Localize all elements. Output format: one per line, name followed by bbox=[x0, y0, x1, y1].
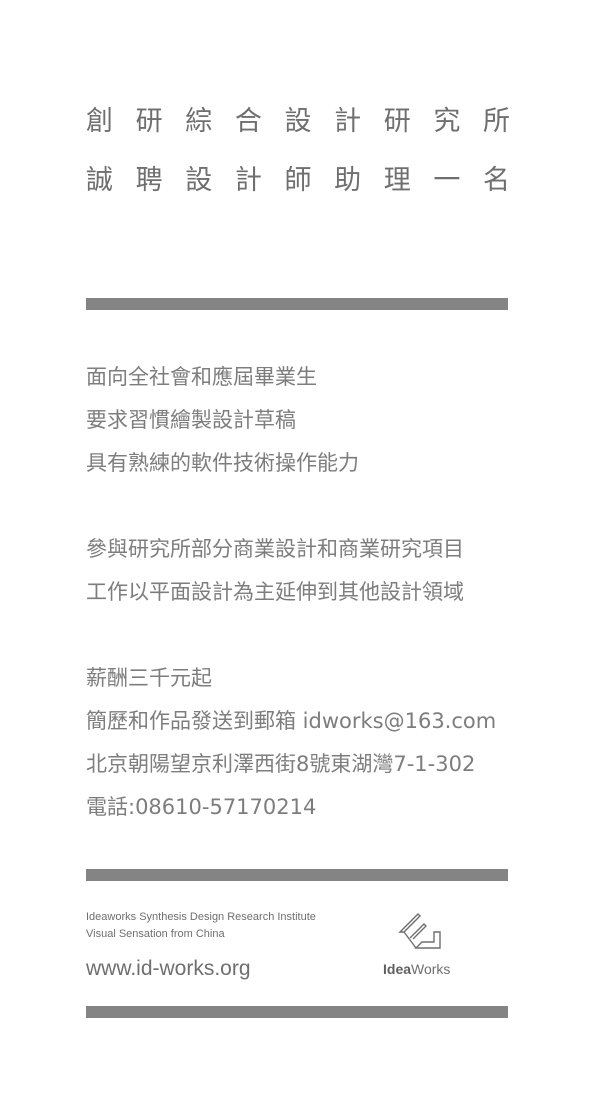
headline-char: 創 bbox=[86, 106, 113, 137]
divider-bar-middle bbox=[86, 869, 508, 881]
headline-char: 誠 bbox=[86, 165, 113, 196]
email-line: 簡歷和作品發送到郵箱 idworks@163.com bbox=[86, 709, 497, 733]
headline-char: 究 bbox=[433, 106, 461, 137]
divider-bar-top bbox=[86, 298, 508, 310]
headline-char: 名 bbox=[483, 165, 510, 196]
address-line: 北京朝陽望京利澤西街8號東湖灣7-1-302 bbox=[86, 752, 476, 776]
headline-char: 理 bbox=[383, 165, 411, 196]
headline-char: 助 bbox=[334, 165, 362, 196]
headline-char: 一 bbox=[433, 165, 461, 196]
ideaworks-logo-icon bbox=[398, 913, 441, 949]
headline-char: 綜 bbox=[185, 106, 213, 137]
requirement-line: 面向全社會和應屆畢業生 bbox=[86, 365, 317, 389]
logo-word-idea: Idea bbox=[383, 961, 412, 977]
salary-line: 薪酬三千元起 bbox=[86, 666, 212, 690]
divider-bar-bottom bbox=[86, 1006, 508, 1018]
headline-position: 誠 聘 設 計 師 助 理 一 名 bbox=[86, 165, 510, 197]
duty-line: 參與研究所部分商業設計和商業研究項目 bbox=[86, 537, 464, 561]
headline-char: 聘 bbox=[135, 165, 163, 196]
headline-institute: 創 研 綜 合 設 計 研 究 所 bbox=[86, 106, 510, 138]
org-name: Ideaworks Synthesis Design Research Inst… bbox=[86, 911, 316, 923]
headline-char: 計 bbox=[234, 165, 262, 196]
headline-char: 設 bbox=[284, 106, 312, 137]
headline-char: 師 bbox=[284, 165, 312, 196]
logo-wordmark: IdeaWorks bbox=[383, 960, 450, 978]
requirement-line: 具有熟練的軟件技術操作能力 bbox=[86, 451, 359, 475]
headline-char: 計 bbox=[334, 106, 362, 137]
org-tagline: Visual Sensation from China bbox=[86, 928, 225, 940]
website-url: www.id-works.org bbox=[86, 957, 251, 980]
requirement-line: 要求習慣繪製設計草稿 bbox=[86, 408, 296, 432]
duty-line: 工作以平面設計為主延伸到其他設計領域 bbox=[86, 580, 464, 604]
headline-char: 設 bbox=[185, 165, 213, 196]
headline-char: 研 bbox=[135, 106, 163, 137]
logo-word-works: Works bbox=[411, 961, 451, 977]
phone-line: 電話:08610-57170214 bbox=[86, 795, 317, 819]
headline-char: 研 bbox=[383, 106, 411, 137]
headline-char: 所 bbox=[483, 106, 510, 137]
headline-char: 合 bbox=[234, 106, 262, 137]
